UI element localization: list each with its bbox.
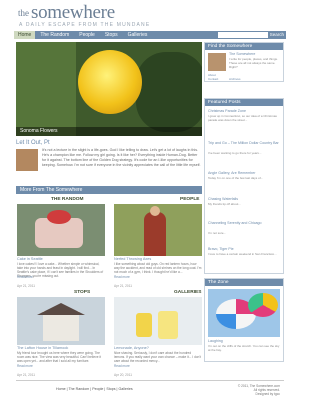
contact-link[interactable]: Contact — [208, 77, 218, 81]
post-excerpt: Nice shaving. Seriously, I don't care ab… — [114, 351, 201, 363]
column-header-galleries[interactable]: GALLERIES — [174, 290, 201, 295]
featured-item-excerpt: Today I'm on one of the few last days of… — [208, 176, 264, 180]
footer-link-galleries[interactable]: Galleries — [118, 387, 132, 391]
featured-item-title[interactable]: Trip and Go – The Million Dollar Country… — [208, 141, 282, 145]
post-title[interactable]: Cake in Seattle — [17, 257, 43, 261]
featured-item-excerpt: I love to have a certain weekend in San … — [208, 252, 277, 256]
post-date: Apr 21, 2011 — [17, 373, 36, 377]
hero-foliage — [16, 42, 76, 136]
find-title: Find the Somewhere — [205, 43, 283, 50]
featured-item-title[interactable]: Angle Gallery, Are Remember — [208, 171, 282, 175]
column-header-stops[interactable]: STOPS — [74, 290, 90, 295]
nav-item-random[interactable]: The Random — [35, 31, 74, 39]
footer-link-people[interactable]: People — [92, 387, 103, 391]
author-name[interactable]: The Somewhere — [229, 52, 255, 56]
column-header-people[interactable]: PEOPLE — [180, 197, 199, 202]
main-nav: Home The Random People Stops Galleries S… — [14, 31, 286, 39]
zone-text: I'm out on the cliffs of the stretch. Yo… — [208, 344, 280, 352]
zone-caption[interactable]: Laughing — [208, 339, 223, 343]
nav-item-home[interactable]: Home — [14, 31, 36, 39]
featured-item-title[interactable]: Bravo, Tiger Pie — [208, 247, 282, 251]
author-avatar[interactable] — [208, 53, 226, 71]
footer-link-stops[interactable]: Stops — [106, 387, 115, 391]
intro-thumbnail[interactable] — [16, 149, 38, 171]
yellow-flower — [78, 50, 142, 114]
featured-title: Featured Posts — [205, 99, 283, 106]
site-logo[interactable]: somewhere — [31, 2, 115, 24]
zone-image[interactable] — [208, 289, 280, 337]
find-box: Find the Somewhere The Somewhere I write… — [204, 42, 284, 82]
nav-item-stops[interactable]: Stops — [100, 31, 123, 39]
read-more-link[interactable]: Read more — [17, 364, 33, 368]
site-header: the somewhere A DAILY ESCAPE FROM THE MU… — [14, 0, 286, 30]
post-image-people[interactable] — [114, 204, 202, 256]
featured-item-title[interactable]: Christmas Parade Zone — [208, 109, 282, 113]
post-date: Apr 20, 2011 — [114, 373, 133, 377]
post-title[interactable]: Lemonade, Anyone? — [114, 346, 149, 350]
zone-title: The Zone — [205, 279, 283, 286]
footer-links: Home | The Random | People | Stops | Gal… — [56, 387, 133, 391]
post-excerpt: My friend tour brought us here where the… — [17, 351, 101, 363]
post-date: Apr 21, 2011 — [114, 284, 133, 288]
author-bio: I write for people, places, and things. … — [229, 57, 278, 69]
credit-text[interactable]: Designed by tgcc — [238, 392, 280, 396]
featured-item-excerpt: My friends tip off about... — [208, 202, 241, 206]
zone-box: The Zone Laughing I'm out on the cliffs … — [204, 278, 284, 362]
search-input[interactable] — [218, 32, 268, 38]
intro-title[interactable]: Let It Out, Pt — [16, 140, 202, 146]
post-date: Apr 21, 2011 — [17, 284, 36, 288]
read-more-link[interactable]: Read more — [114, 364, 130, 368]
featured-item-excerpt: I've been wanting to go there for years.… — [208, 151, 262, 155]
column-header-random[interactable]: THE RANDOM — [51, 197, 84, 202]
featured-box: Featured Posts Christmas Parade Zone I g… — [204, 98, 284, 274]
site-footer: Home | The Random | People | Stops | Gal… — [16, 380, 284, 400]
logo-prefix[interactable]: the — [18, 8, 29, 18]
intro-text: It's not a lecture in the slight is a li… — [42, 148, 201, 167]
read-more-link[interactable]: Read more — [114, 275, 130, 279]
hero-image[interactable]: Sonoma Flowers — [16, 42, 202, 136]
footer-link-home[interactable]: Home — [56, 387, 66, 391]
featured-item-title[interactable]: Channeling Serenity and Chicago — [208, 221, 282, 225]
post-image-house[interactable] — [17, 297, 105, 345]
read-more-link[interactable]: Read more — [17, 275, 33, 279]
page: the somewhere A DAILY ESCAPE FROM THE MU… — [14, 0, 286, 409]
post-title[interactable]: The Lafton House in Tillamook — [17, 346, 68, 350]
footer-link-random[interactable]: The Random — [68, 387, 89, 391]
site-tagline: A DAILY ESCAPE FROM THE MUNDANE — [19, 22, 151, 28]
post-image-lemonade[interactable] — [114, 297, 202, 345]
post-title[interactable]: Nerfed Throwing Axes — [114, 257, 151, 261]
featured-item-excerpt: I'm not sure... — [208, 231, 227, 235]
featured-item-title[interactable]: Chasing Waterfalls — [208, 197, 282, 201]
section-header: More From The Somewhere — [16, 186, 202, 194]
intro-post: Let It Out, Pt It's not a lecture in the… — [16, 140, 202, 180]
post-image-cake[interactable] — [17, 204, 105, 256]
nav-item-people[interactable]: People — [74, 31, 100, 39]
archives-link[interactable]: Archives — [229, 77, 241, 81]
search-button[interactable]: Search — [270, 32, 284, 38]
hero-caption: Sonoma Flowers — [16, 127, 202, 136]
nav-item-galleries[interactable]: Galleries — [123, 31, 153, 39]
footer-copyright: © 2011, The Somewhere.com All rights res… — [238, 384, 280, 397]
featured-item-excerpt: I grew up in Connecticut, so our idea of… — [208, 114, 277, 122]
post-excerpt: I like something about old guys. On red … — [114, 262, 202, 274]
hero-foliage-dark — [136, 52, 202, 132]
